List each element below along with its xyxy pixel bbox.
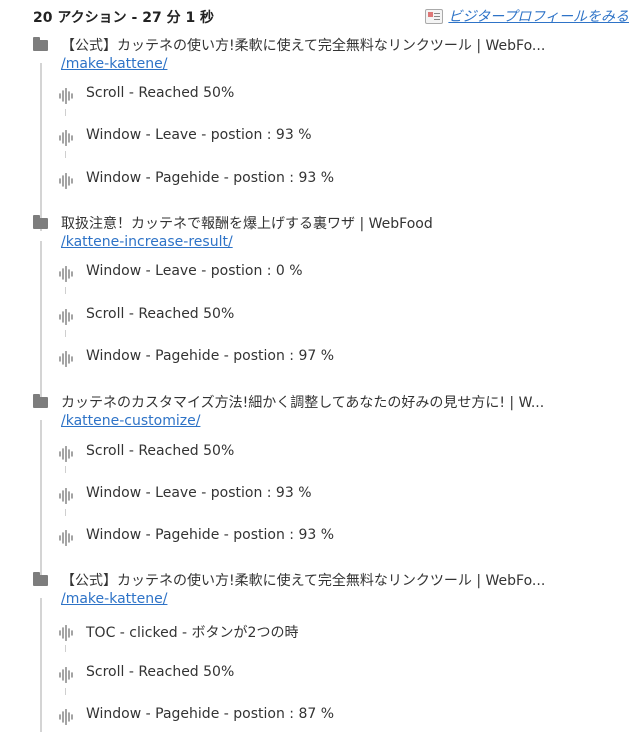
event-row: Window - Leave - postion : 93 % xyxy=(0,484,640,506)
event-connector xyxy=(65,151,66,158)
event-label: Scroll - Reached 50% xyxy=(86,85,235,101)
action-summary: 20 アクション - 27 分 1 秒 xyxy=(33,10,215,26)
event-row: Window - Pagehide - postion : 93 % xyxy=(0,526,640,548)
soundwave-icon xyxy=(59,709,73,725)
soundwave-icon xyxy=(59,309,73,325)
event-connector xyxy=(65,109,66,116)
event-connector xyxy=(65,287,66,294)
folder-icon xyxy=(33,572,48,586)
event-row: TOC - clicked - ボタンが2つの時 xyxy=(0,621,640,643)
header: 20 アクション - 27 分 1 秒 ビジタープロフィールをみる xyxy=(0,0,640,30)
soundwave-icon xyxy=(59,530,73,546)
event-label: Window - Leave - postion : 93 % xyxy=(86,485,312,501)
soundwave-icon xyxy=(59,130,73,146)
soundwave-icon xyxy=(59,351,73,367)
visitor-profile-link[interactable]: ビジタープロフィールをみる xyxy=(425,6,629,26)
folder-icon xyxy=(33,215,48,229)
soundwave-icon xyxy=(59,667,73,683)
event-row: Scroll - Reached 50% xyxy=(0,305,640,327)
page-title: 取扱注意！カッテネで報酬を爆上げする裏ワザ | WebFood xyxy=(61,216,433,232)
page-title: カッテネのカスタマイズ方法!細かく調整してあなたの好みの見せ方に! | W... xyxy=(61,395,545,411)
profile-card-icon xyxy=(425,8,444,24)
event-row: Window - Pagehide - postion : 87 % xyxy=(0,705,640,727)
event-connector xyxy=(65,466,66,473)
page-title: 【公式】カッテネの使い方!柔軟に使えて完全無料なリンクツール | WebFo..… xyxy=(61,573,546,589)
event-row: Scroll - Reached 50% xyxy=(0,442,640,464)
event-label: Window - Pagehide - postion : 93 % xyxy=(86,527,335,543)
page-url-link[interactable]: /make-kattene/ xyxy=(61,591,167,607)
page-url-link[interactable]: /make-kattene/ xyxy=(61,56,167,72)
event-label: Window - Pagehide - postion : 93 % xyxy=(86,170,335,186)
page-url-link[interactable]: /kattene-increase-result/ xyxy=(61,234,233,250)
event-label: Scroll - Reached 50% xyxy=(86,664,235,680)
soundwave-icon xyxy=(59,625,73,641)
event-row: Window - Leave - postion : 0 % xyxy=(0,262,640,284)
event-row: Window - Pagehide - postion : 93 % xyxy=(0,169,640,191)
soundwave-icon xyxy=(59,266,73,282)
soundwave-icon xyxy=(59,173,73,189)
event-label: Window - Pagehide - postion : 97 % xyxy=(86,348,335,364)
visitor-profile-label: ビジタープロフィールをみる xyxy=(448,9,629,25)
event-row: Window - Pagehide - postion : 97 % xyxy=(0,347,640,369)
event-connector xyxy=(65,509,66,516)
page-url-link[interactable]: /kattene-customize/ xyxy=(61,413,200,429)
event-label: Window - Leave - postion : 93 % xyxy=(86,127,312,143)
folder-icon xyxy=(33,37,48,51)
event-row: Window - Leave - postion : 93 % xyxy=(0,126,640,148)
event-label: Window - Leave - postion : 0 % xyxy=(86,263,303,279)
event-row: Scroll - Reached 50% xyxy=(0,663,640,685)
soundwave-icon xyxy=(59,88,73,104)
event-connector xyxy=(65,330,66,337)
event-row: Scroll - Reached 50% xyxy=(0,84,640,106)
event-label: Scroll - Reached 50% xyxy=(86,306,235,322)
event-connector xyxy=(65,645,66,652)
event-label: Scroll - Reached 50% xyxy=(86,443,235,459)
soundwave-icon xyxy=(59,446,73,462)
folder-icon xyxy=(33,394,48,408)
event-connector xyxy=(65,688,66,695)
page-title: 【公式】カッテネの使い方!柔軟に使えて完全無料なリンクツール | WebFo..… xyxy=(61,38,546,54)
event-label: Window - Pagehide - postion : 87 % xyxy=(86,706,335,722)
soundwave-icon xyxy=(59,488,73,504)
event-label: TOC - clicked - ボタンが2つの時 xyxy=(86,625,299,641)
